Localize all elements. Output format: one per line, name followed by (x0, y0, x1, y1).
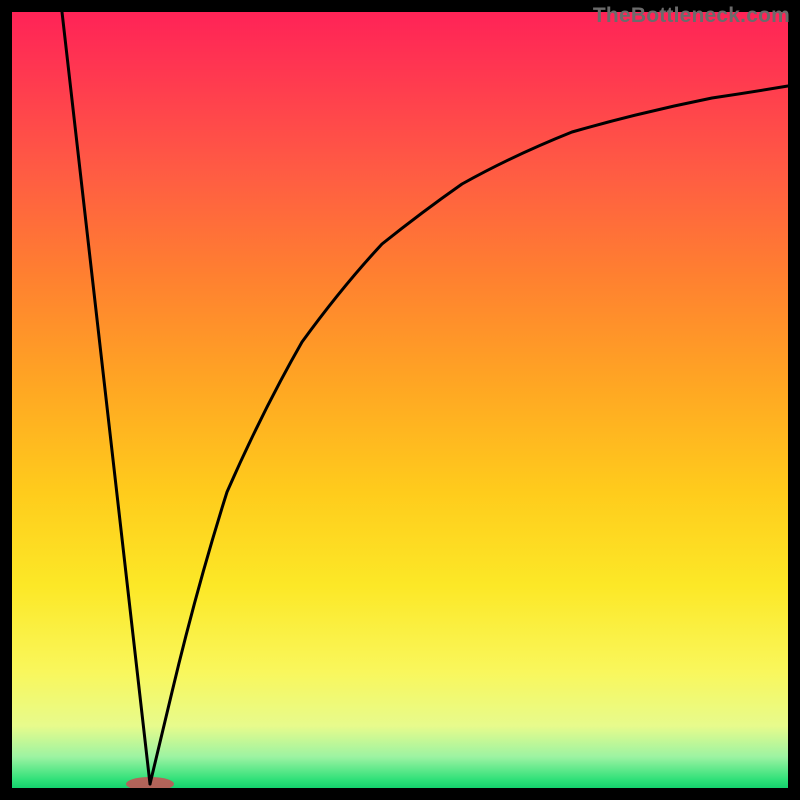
plot-gradient-background (12, 12, 788, 788)
chart-container: TheBottleneck.com (0, 0, 800, 800)
